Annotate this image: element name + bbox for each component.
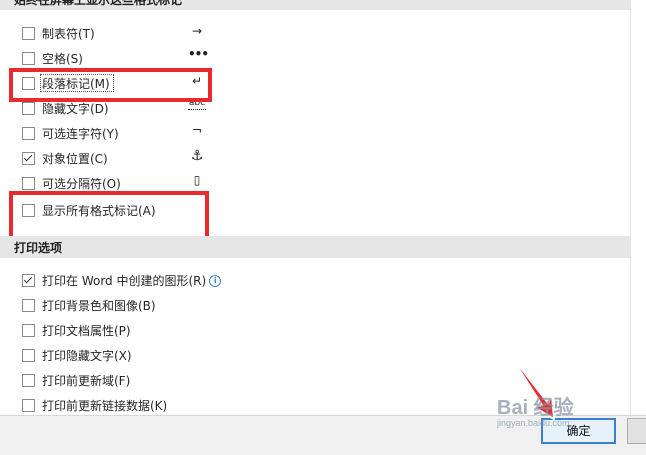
checkbox-print-background[interactable] [22, 299, 35, 312]
cancel-button[interactable] [627, 418, 646, 444]
option-label: 隐藏文字(D) [42, 102, 109, 116]
option-label: 可选连字符(Y) [42, 127, 119, 141]
option-tab-characters[interactable]: 制表符(T) → [22, 24, 522, 44]
option-optional-hyphens[interactable]: 可选连字符(Y) ¬ [22, 123, 522, 144]
checkbox-update-fields[interactable] [22, 374, 35, 387]
checkbox-print-properties[interactable] [22, 324, 35, 337]
option-label: 打印在 Word 中创建的图形(R) i [42, 272, 222, 289]
space-dots-icon: ••• [188, 47, 209, 61]
option-label: 打印前更新域(F) [42, 374, 131, 388]
option-print-hidden-text[interactable]: 打印隐藏文字(X) [22, 346, 522, 366]
option-hidden-text[interactable]: 隐藏文字(D) abc [22, 98, 522, 119]
option-label: 打印背景色和图像(B) [42, 299, 156, 313]
highlight-box-paragraph-marks [9, 68, 212, 102]
print-section-header: 打印选项 [0, 236, 630, 258]
option-label: 打印前更新链接数据(K) [42, 399, 168, 413]
option-print-properties[interactable]: 打印文档属性(P) [22, 321, 522, 341]
option-update-fields[interactable]: 打印前更新域(F) [22, 371, 522, 391]
option-print-background[interactable]: 打印背景色和图像(B) [22, 296, 522, 316]
checkbox-print-drawings[interactable] [22, 274, 35, 287]
checkbox-optional-breaks[interactable] [22, 177, 35, 190]
checkbox-update-linked-data[interactable] [22, 399, 35, 412]
checkbox-tab-characters[interactable] [22, 27, 35, 40]
option-update-linked-data[interactable]: 打印前更新链接数据(K) [22, 396, 522, 416]
checkbox-object-anchors[interactable] [22, 152, 35, 165]
option-label: 可选分隔符(O) [42, 177, 121, 191]
display-section-header: 始终在屏幕上显示这些格式标记 [0, 0, 630, 10]
tab-arrow-icon: → [191, 24, 203, 38]
option-print-drawings[interactable]: 打印在 Word 中创建的图形(R) i [22, 271, 522, 291]
checkbox-print-hidden-text[interactable] [22, 349, 35, 362]
highlight-box-show-all [9, 191, 209, 241]
option-label: 打印隐藏文字(X) [42, 349, 132, 363]
optional-hyphen-icon: ¬ [191, 123, 203, 137]
option-spaces[interactable]: 空格(S) ••• [22, 47, 522, 69]
option-object-anchors[interactable]: 对象位置(C) ⚓ [22, 148, 522, 169]
checkbox-optional-hyphens[interactable] [22, 127, 35, 140]
option-label: 打印文档属性(P) [42, 324, 131, 338]
option-label: 制表符(T) [42, 27, 95, 41]
vertical-scrollbar[interactable] [630, 0, 646, 415]
optional-break-icon: ▯ [193, 173, 201, 187]
option-label: 对象位置(C) [42, 152, 108, 166]
checkbox-spaces[interactable] [22, 52, 35, 65]
display-section-title: 始终在屏幕上显示这些格式标记 [14, 0, 183, 7]
print-section-title: 打印选项 [14, 241, 63, 255]
checkbox-hidden-text[interactable] [22, 102, 35, 115]
red-arrow-annotation [505, 348, 555, 420]
anchor-icon: ⚓ [190, 148, 204, 164]
option-label: 空格(S) [42, 52, 83, 66]
info-icon[interactable]: i [209, 275, 222, 287]
